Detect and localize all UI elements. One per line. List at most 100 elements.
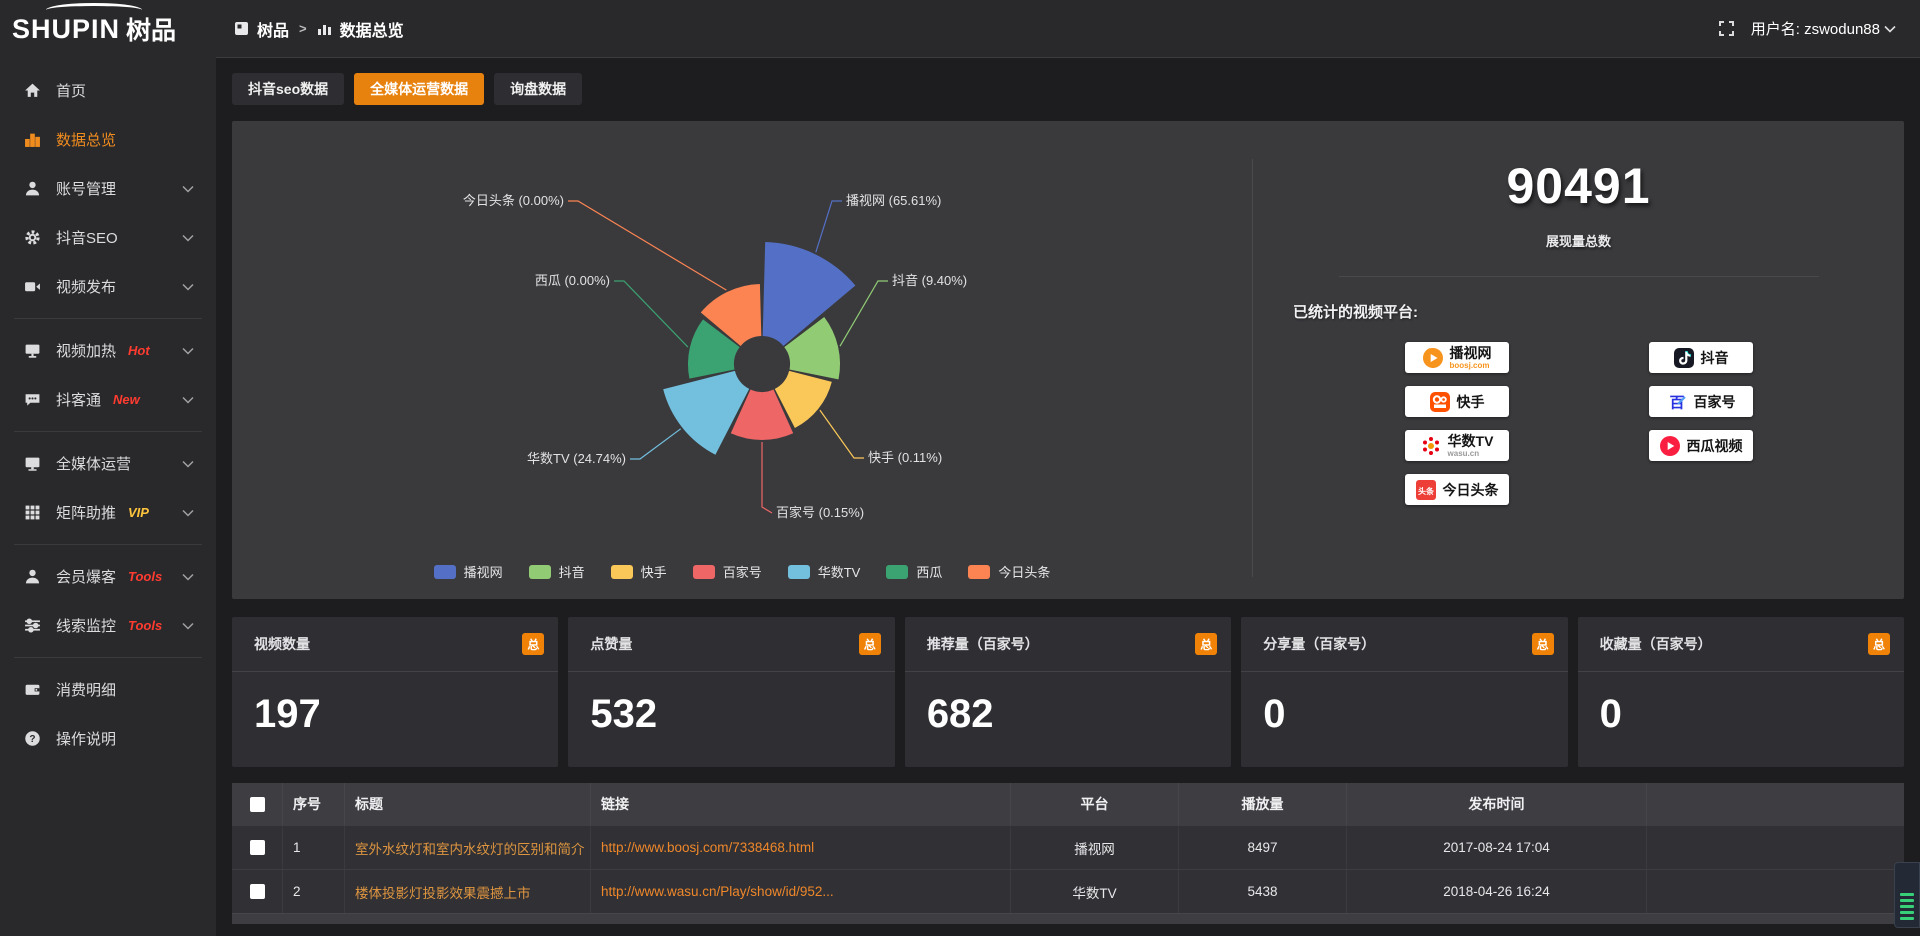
tab-1[interactable]: 全媒体运营数据	[354, 73, 484, 105]
sidebar-item-label: 消费明细	[56, 679, 116, 700]
chevron-down-icon	[182, 342, 194, 359]
legend-item-3[interactable]: 百家号	[693, 562, 762, 581]
platform-name: 百家号	[1694, 395, 1736, 409]
stat-card-4: 收藏量（百家号）总0	[1578, 617, 1904, 767]
total-badge[interactable]: 总	[859, 633, 881, 655]
stat-card-header: 点赞量 总	[568, 617, 894, 672]
stat-card-title: 视频数量	[254, 634, 310, 654]
stat-card-header: 推荐量（百家号）总	[905, 617, 1231, 672]
username[interactable]: 用户名: zswodun88	[1751, 18, 1896, 39]
widget-bar	[1900, 893, 1914, 896]
pie-label-2: 快手 (0.11%)	[868, 450, 942, 465]
stat-card-header: 视频数量 总	[232, 617, 558, 672]
stat-card-header: 分享量（百家号）总	[1241, 617, 1567, 672]
sidebar-item-3[interactable]: 抖音SEO	[0, 213, 216, 262]
summary-area: 90491 展现量总数 已统计的视频平台: 播视网boosj.com快手华数TV…	[1253, 121, 1904, 599]
floating-widget[interactable]	[1894, 862, 1920, 928]
table-header-row: 序号标题链接平台播放量发布时间	[232, 783, 1904, 825]
legend-item-6[interactable]: 今日头条	[968, 562, 1050, 581]
legend-item-1[interactable]: 抖音	[529, 562, 585, 581]
stat-card-title: 点赞量	[590, 634, 632, 654]
sidebar-item-4[interactable]: 视频发布	[0, 262, 216, 311]
sidebar-item-6[interactable]: 抖客通New	[0, 375, 216, 424]
platform-name: 快手	[1457, 395, 1485, 409]
sidebar-item-badge: Tools	[128, 618, 162, 633]
total-impressions-value: 90491	[1506, 157, 1650, 215]
sidebar-item-10[interactable]: 线索监控Tools	[0, 601, 216, 650]
legend-swatch	[611, 565, 633, 579]
select-all-checkbox[interactable]	[250, 797, 265, 812]
baijiahao-logo-icon: 百	[1666, 391, 1688, 413]
chat-icon	[24, 391, 41, 408]
chart-legend: 播视网 抖音 快手 百家号 华数TV 西瓜 今日头条	[232, 562, 1252, 581]
pie-slice-4[interactable]	[663, 371, 749, 455]
sidebar-item-1[interactable]: 数据总览	[0, 115, 216, 164]
cell-empty	[1646, 870, 1904, 913]
sidebar-item-8[interactable]: 矩阵助推VIP	[0, 488, 216, 537]
sidebar-item-label: 抖音SEO	[56, 227, 118, 248]
chevron-down-icon	[1884, 25, 1896, 33]
legend-item-5[interactable]: 西瓜	[886, 562, 942, 581]
breadcrumb-home[interactable]: 树品	[257, 17, 289, 41]
total-badge[interactable]: 总	[1532, 633, 1554, 655]
svg-text:头条: 头条	[1418, 486, 1435, 496]
sidebar-item-label: 首页	[56, 80, 86, 101]
sidebar-item-badge: Hot	[128, 343, 150, 358]
fullscreen-icon[interactable]	[1718, 20, 1735, 37]
total-badge[interactable]: 总	[1195, 633, 1217, 655]
cell-title-link[interactable]: 楼体投影灯投影效果震撼上市	[344, 870, 590, 913]
pie-label-1: 抖音 (9.40%)	[892, 273, 967, 288]
tab-0[interactable]: 抖音seo数据	[232, 73, 344, 105]
platform-badge-5: 百百家号	[1649, 386, 1753, 417]
platform-badge-6: 西瓜视频	[1649, 430, 1753, 461]
row-checkbox[interactable]	[250, 884, 265, 899]
user-box: 用户名: zswodun88	[1718, 18, 1896, 39]
legend-item-0[interactable]: 播视网	[434, 562, 503, 581]
sidebar-item-12[interactable]: ?操作说明	[0, 714, 216, 763]
cell-platform: 华数TV	[1010, 870, 1178, 913]
pie-chart-area: 播视网 (65.61%)抖音 (9.40%)快手 (0.11%)百家号 (0.1…	[232, 121, 1252, 599]
cell-url-link[interactable]: http://www.wasu.cn/Play/show/id/952...	[590, 870, 1010, 913]
screen-icon	[24, 342, 41, 359]
row-checkbox[interactable]	[250, 840, 265, 855]
platform-badge-4: 抖音	[1649, 342, 1753, 373]
cell-title-link[interactable]: 室外水纹灯和室内水纹灯的区别和简介	[344, 826, 590, 869]
sidebar-item-badge: New	[113, 392, 140, 407]
sidebar-item-7[interactable]: 全媒体运营	[0, 439, 216, 488]
stat-card-value: 0	[1600, 692, 1904, 737]
table-row-0: 1室外水纹灯和室内水纹灯的区别和简介http://www.boosj.com/7…	[232, 825, 1904, 869]
sidebar-item-2[interactable]: 账号管理	[0, 164, 216, 213]
tab-2[interactable]: 询盘数据	[494, 73, 582, 105]
monitor-icon	[24, 455, 41, 472]
sidebar-item-5[interactable]: 视频加热Hot	[0, 326, 216, 375]
cell-url-link[interactable]: http://www.boosj.com/7338468.html	[590, 826, 1010, 869]
sidebar-item-label: 视频发布	[56, 276, 116, 297]
sidebar-item-0[interactable]: 首页	[0, 66, 216, 115]
sidebar-item-label: 会员爆客	[56, 566, 116, 587]
breadcrumb: 树品 > 数据总览	[234, 17, 404, 41]
pie-label-line-3	[762, 442, 772, 513]
total-impressions-label: 展现量总数	[1546, 231, 1611, 250]
legend-label: 快手	[641, 562, 667, 581]
legend-item-2[interactable]: 快手	[611, 562, 667, 581]
breadcrumb-current[interactable]: 数据总览	[340, 17, 404, 41]
legend-swatch	[693, 565, 715, 579]
col-header-empty	[1646, 783, 1904, 825]
legend-item-4[interactable]: 华数TV	[788, 562, 861, 581]
sidebar-item-11[interactable]: 消费明细	[0, 665, 216, 714]
col-header-platform: 平台	[1010, 783, 1178, 825]
platform-name: 西瓜视频	[1687, 439, 1743, 453]
pie-label-3: 百家号 (0.15%)	[776, 505, 864, 520]
sidebar-divider	[14, 318, 202, 319]
sidebar-divider	[14, 544, 202, 545]
stat-card-value: 532	[590, 692, 894, 737]
boosj-logo-icon	[1422, 347, 1444, 369]
brand-logo[interactable]: SHUPIN 树品	[0, 0, 216, 58]
legend-swatch	[788, 565, 810, 579]
sidebar-item-9[interactable]: 会员爆客Tools	[0, 552, 216, 601]
total-badge[interactable]: 总	[1868, 633, 1890, 655]
douyin-logo-icon	[1673, 347, 1695, 369]
sidebar-nav: 首页数据总览账号管理抖音SEO 视频发布视频加热Hot抖客通New 全媒体运营矩阵助…	[0, 58, 216, 763]
cell-plays: 5438	[1178, 870, 1346, 913]
total-badge[interactable]: 总	[522, 633, 544, 655]
